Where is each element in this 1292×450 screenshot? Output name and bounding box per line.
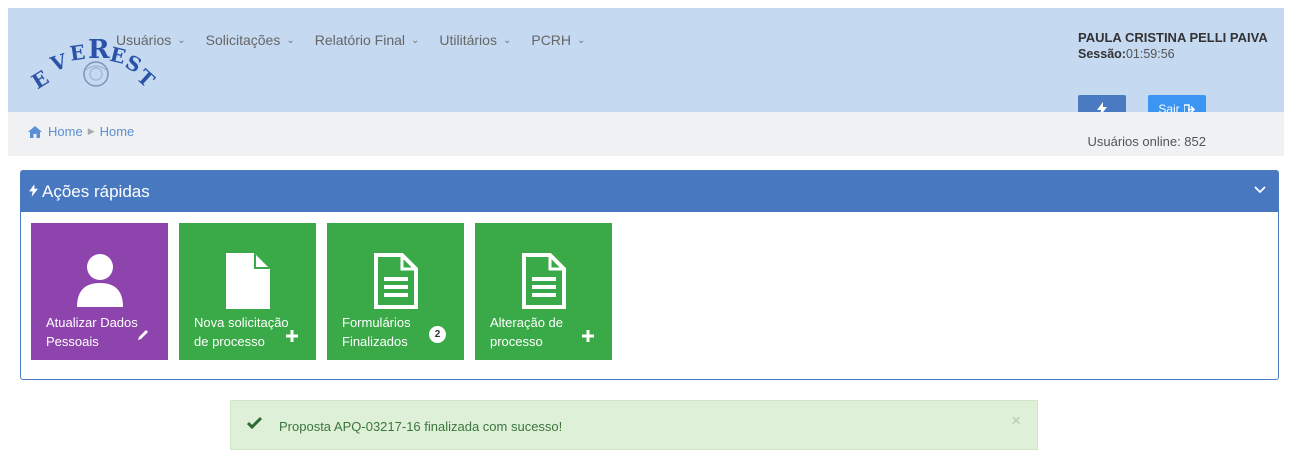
tile-label-line: de processo <box>194 334 265 349</box>
alert-message: Proposta APQ-03217-16 finalizada com suc… <box>279 419 563 434</box>
panel-header[interactable]: Ações rápidas <box>21 171 1278 212</box>
user-icon <box>76 254 123 307</box>
breadcrumb-item-current[interactable]: Home <box>100 124 135 139</box>
tile-label: Formulários Finalizados <box>342 313 411 351</box>
plus-icon <box>286 330 298 342</box>
svg-text:R: R <box>88 35 110 65</box>
tile-label: Alteração de processo <box>490 313 563 351</box>
tile-label-line: Finalizados <box>342 334 408 349</box>
file-text-icon <box>373 253 418 309</box>
tile-update-personal-data[interactable]: Atualizar Dados Pessoais <box>31 223 168 360</box>
check-icon <box>247 416 262 429</box>
menu-label: Solicitações <box>205 32 281 48</box>
chevron-down-icon: ⌄ <box>286 34 295 46</box>
menu-relatorio-final[interactable]: Relatório Final ⌄ <box>315 32 420 48</box>
tile-label-line: Alteração de <box>490 315 563 330</box>
menu-label: Usuários <box>116 32 172 48</box>
chevron-down-icon: ⌄ <box>502 34 512 46</box>
menu-solicitacoes[interactable]: Solicitações ⌄ <box>206 32 295 48</box>
tile-label-line: Atualizar Dados <box>46 315 138 330</box>
top-header: E V E R E S T Usuários ⌄ Solicitações ⌄ Re… <box>8 8 1284 123</box>
user-name: PAULA CRISTINA PELLI PAIVA <box>1078 30 1268 45</box>
session-label: Sessão: <box>1078 47 1126 61</box>
home-icon <box>28 125 42 138</box>
menu-pcrh[interactable]: PCRH ⌄ <box>531 32 585 48</box>
breadcrumb-item-home[interactable]: Home <box>48 124 83 139</box>
tile-label: Nova solicitação de processo <box>194 313 289 351</box>
chevron-down-icon: ⌄ <box>411 34 420 46</box>
menu-utilitarios[interactable]: Utilitários ⌄ <box>439 32 511 48</box>
tile-finished-forms[interactable]: Formulários Finalizados 2 <box>327 223 464 360</box>
chevron-down-icon[interactable] <box>1252 181 1268 197</box>
tile-new-process-request[interactable]: Nova solicitação de processo <box>179 223 316 360</box>
menu-label: Relatório Final <box>314 32 405 48</box>
plus-icon <box>582 330 594 342</box>
tile-label-line: Formulários <box>342 315 411 330</box>
tile-label: Atualizar Dados Pessoais <box>46 313 138 351</box>
menu-label: PCRH <box>531 32 572 48</box>
session-time: 01:59:56 <box>1125 47 1175 61</box>
user-info: PAULA CRISTINA PELLI PAIVA Sessão:01:59:… <box>1078 30 1270 123</box>
pencil-icon <box>138 330 148 340</box>
count-badge: 2 <box>429 326 446 343</box>
menu-usuarios[interactable]: Usuários ⌄ <box>116 32 186 48</box>
tile-label-line: processo <box>490 334 543 349</box>
chevron-down-icon: ⌄ <box>577 34 586 46</box>
panel-title: Ações rápidas <box>42 181 150 201</box>
tile-label-line: Nova solicitação <box>194 315 289 330</box>
online-users: Usuários online: 852 <box>1087 134 1206 149</box>
caret-right-icon: ▶ <box>87 126 95 136</box>
svg-text:E: E <box>68 40 86 66</box>
breadcrumb: Home ▶ Home <box>28 124 134 139</box>
close-icon[interactable]: × <box>1011 411 1021 431</box>
chevron-down-icon: ⌄ <box>177 34 186 46</box>
file-text-icon <box>521 253 566 309</box>
quick-actions-panel: Ações rápidas Atualizar Dados Pessoais No… <box>20 170 1279 380</box>
tile-process-change[interactable]: Alteração de processo <box>475 223 612 360</box>
session-timer: Sessão:01:59:56 <box>1078 47 1270 61</box>
main-menu: Usuários ⌄ Solicitações ⌄ Relatório Final ⌄… <box>116 32 605 48</box>
svg-text:V: V <box>47 49 71 77</box>
tile-label-line: Pessoais <box>46 334 99 349</box>
bolt-icon <box>29 183 38 200</box>
success-alert: Proposta APQ-03217-16 finalizada com suc… <box>230 400 1038 450</box>
menu-label: Utilitários <box>439 32 497 48</box>
breadcrumb-bar: Home ▶ Home Usuários online: 852 <box>8 112 1284 156</box>
svg-text:E: E <box>30 65 53 93</box>
file-icon <box>225 253 270 309</box>
